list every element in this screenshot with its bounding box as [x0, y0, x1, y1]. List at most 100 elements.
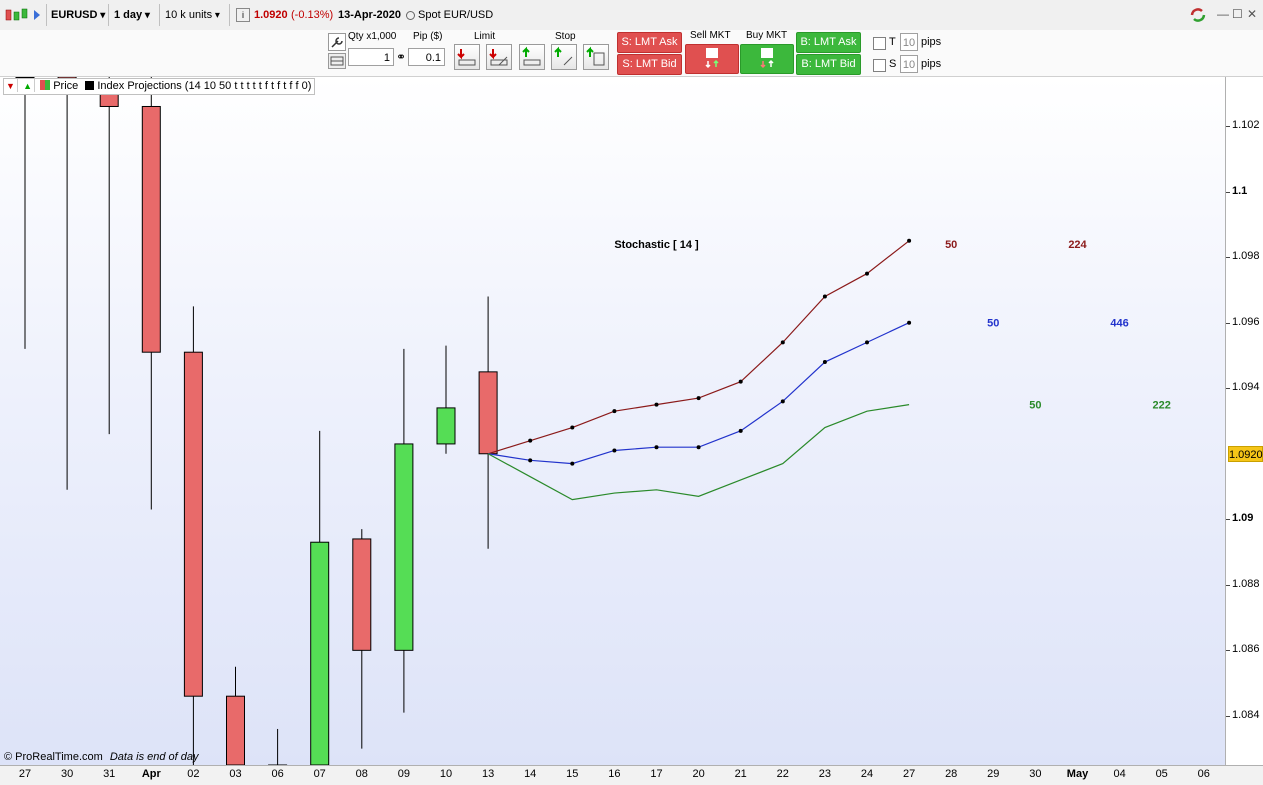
annotation-label: Stochastic [ 14 ]: [614, 239, 699, 251]
keypad-icon[interactable]: [328, 53, 346, 69]
link-icon[interactable]: ⚭: [396, 50, 406, 64]
x-tick-label: 08: [355, 768, 368, 780]
x-tick-label: 14: [524, 768, 537, 780]
stop-up-icon[interactable]: [519, 44, 545, 70]
t-label: T: [889, 36, 896, 48]
y-tick-label: 1.096: [1232, 315, 1260, 328]
annotation-label: 222: [1153, 400, 1171, 412]
quote-date: 13-Apr-2020: [338, 9, 401, 21]
maximize-icon[interactable]: ☐: [1232, 7, 1243, 21]
s-checkbox[interactable]: [873, 59, 886, 72]
projection-marker: [612, 409, 617, 414]
chart-legend: ▼ ▲ Price Index Projections (14 10 50 t …: [3, 78, 316, 95]
legend-indicator[interactable]: Index Projections (14 10 50 t t t t t f …: [97, 80, 311, 92]
y-axis[interactable]: 1.102 1.1 1.098 1.096 1.094 1.09 1.088 1.086 1.0…: [1226, 77, 1263, 765]
annotation-label: 446: [1110, 318, 1128, 330]
candlestick-icon[interactable]: [4, 7, 44, 25]
projection-marker: [570, 425, 575, 430]
radio-icon[interactable]: [406, 11, 415, 20]
limit-buy-icon[interactable]: [486, 44, 512, 70]
x-tick-label: 06: [271, 768, 284, 780]
limit-label: Limit: [474, 31, 496, 42]
candle-body: [141, 105, 161, 353]
projection-marker: [907, 320, 912, 325]
collapse-down-icon[interactable]: ▼: [4, 79, 18, 92]
stop-bracket-icon[interactable]: [583, 44, 609, 70]
symbol-dropdown[interactable]: EURUSD: [51, 6, 105, 24]
pip-label: Pip ($): [413, 31, 443, 42]
projection-line-0: [487, 240, 910, 455]
wrench-icon[interactable]: [328, 33, 346, 51]
annotation-label: 50: [945, 239, 957, 251]
stop-label: Stop: [555, 31, 576, 42]
projection-line-1: [488, 322, 910, 465]
projection-line-2: [487, 404, 910, 501]
price-change: (-0.13%): [291, 9, 334, 21]
x-tick-label: 28: [945, 768, 958, 780]
candle-body: [394, 443, 414, 651]
pip-input[interactable]: 0.1: [408, 48, 445, 66]
projection-marker: [780, 340, 785, 345]
buy-market-button[interactable]: [740, 44, 794, 74]
sell-limit-bid-button[interactable]: S: LMT Bid: [617, 54, 682, 75]
price-swatch-icon: [40, 80, 51, 90]
order-bar: Qty x1,000 Pip ($) 1 ⚭ 0.1 Limit Stop S:…: [0, 30, 1263, 77]
projection-marker: [822, 360, 827, 365]
y-tick-label: 1.094: [1232, 381, 1260, 394]
candle-body: [310, 541, 330, 765]
y-tick-label: 1.1: [1232, 184, 1248, 197]
x-tick-label: 15: [566, 768, 579, 780]
buy-limit-ask-button[interactable]: B: LMT Ask: [796, 32, 861, 53]
x-tick-label: 03: [229, 768, 242, 780]
minimize-icon[interactable]: —: [1217, 7, 1229, 21]
timeframe-dropdown[interactable]: 1 day: [114, 6, 150, 24]
buy-limit-bid-button[interactable]: B: LMT Bid: [796, 54, 861, 75]
y-tick-mark: [1226, 715, 1230, 717]
qty-input[interactable]: 1: [348, 48, 394, 66]
candle-body: [226, 695, 245, 765]
brand-label: © ProRealTime.com: [4, 751, 103, 763]
t-checkbox[interactable]: [873, 37, 886, 50]
y-tick-mark: [1226, 322, 1230, 324]
x-axis[interactable]: 27 30 31 Apr 02 03 06 07 08 09 10 13 14 15 16 17 20 21 22 2…: [0, 765, 1263, 785]
projection-marker: [612, 448, 617, 453]
x-tick-label: Apr: [141, 768, 161, 780]
x-tick-label: May: [1066, 768, 1089, 780]
x-tick-label: 10: [439, 768, 453, 780]
annotation-label: 50: [987, 318, 999, 330]
x-tick-label: 30: [60, 768, 74, 780]
refresh-icon[interactable]: [1188, 5, 1208, 23]
x-tick-label: 21: [734, 768, 747, 780]
sell-market-button[interactable]: [685, 44, 739, 74]
x-tick-label: 20: [692, 768, 705, 780]
candle-body: [183, 351, 203, 697]
chart-plot[interactable]: Stochastic [ 14 ] 50 224 50 446 50 222: [0, 77, 1225, 765]
t-pips-input[interactable]: 10: [900, 33, 918, 51]
collapse-up-icon[interactable]: ▲: [21, 79, 36, 92]
price-chart[interactable]: Stochastic [ 14 ] 50 224 50 446 50 222 © ProRe…: [0, 77, 1226, 765]
annotation-label: 50: [1029, 400, 1041, 412]
candle-body: [352, 538, 372, 651]
x-tick-label: 30: [1029, 768, 1042, 780]
y-tick-mark: [1226, 257, 1230, 259]
units-dropdown[interactable]: 10 k units: [165, 6, 220, 24]
y-tick-mark: [1226, 584, 1230, 586]
candle-body: [478, 371, 498, 455]
s-pips-input[interactable]: 10: [900, 55, 918, 73]
y-tick-mark: [1226, 126, 1230, 128]
y-tick-label: 1.102: [1232, 119, 1260, 132]
x-tick-label: 27: [902, 768, 916, 780]
info-icon[interactable]: i: [236, 8, 250, 22]
legend-price[interactable]: Price: [53, 80, 78, 92]
chart-footer: © ProRealTime.com Data is end of day: [4, 751, 199, 763]
x-tick-label: 09: [397, 768, 411, 780]
x-tick-label: 13: [481, 768, 495, 780]
projection-marker: [654, 402, 659, 407]
sell-limit-ask-button[interactable]: S: LMT Ask: [617, 32, 682, 53]
projection-marker: [570, 461, 575, 466]
stop-diag-icon[interactable]: [551, 44, 577, 70]
indicator-swatch-icon: [85, 81, 95, 90]
limit-sell-icon[interactable]: [454, 44, 480, 70]
close-icon[interactable]: ✕: [1247, 7, 1257, 21]
y-tick-mark: [1226, 191, 1230, 193]
